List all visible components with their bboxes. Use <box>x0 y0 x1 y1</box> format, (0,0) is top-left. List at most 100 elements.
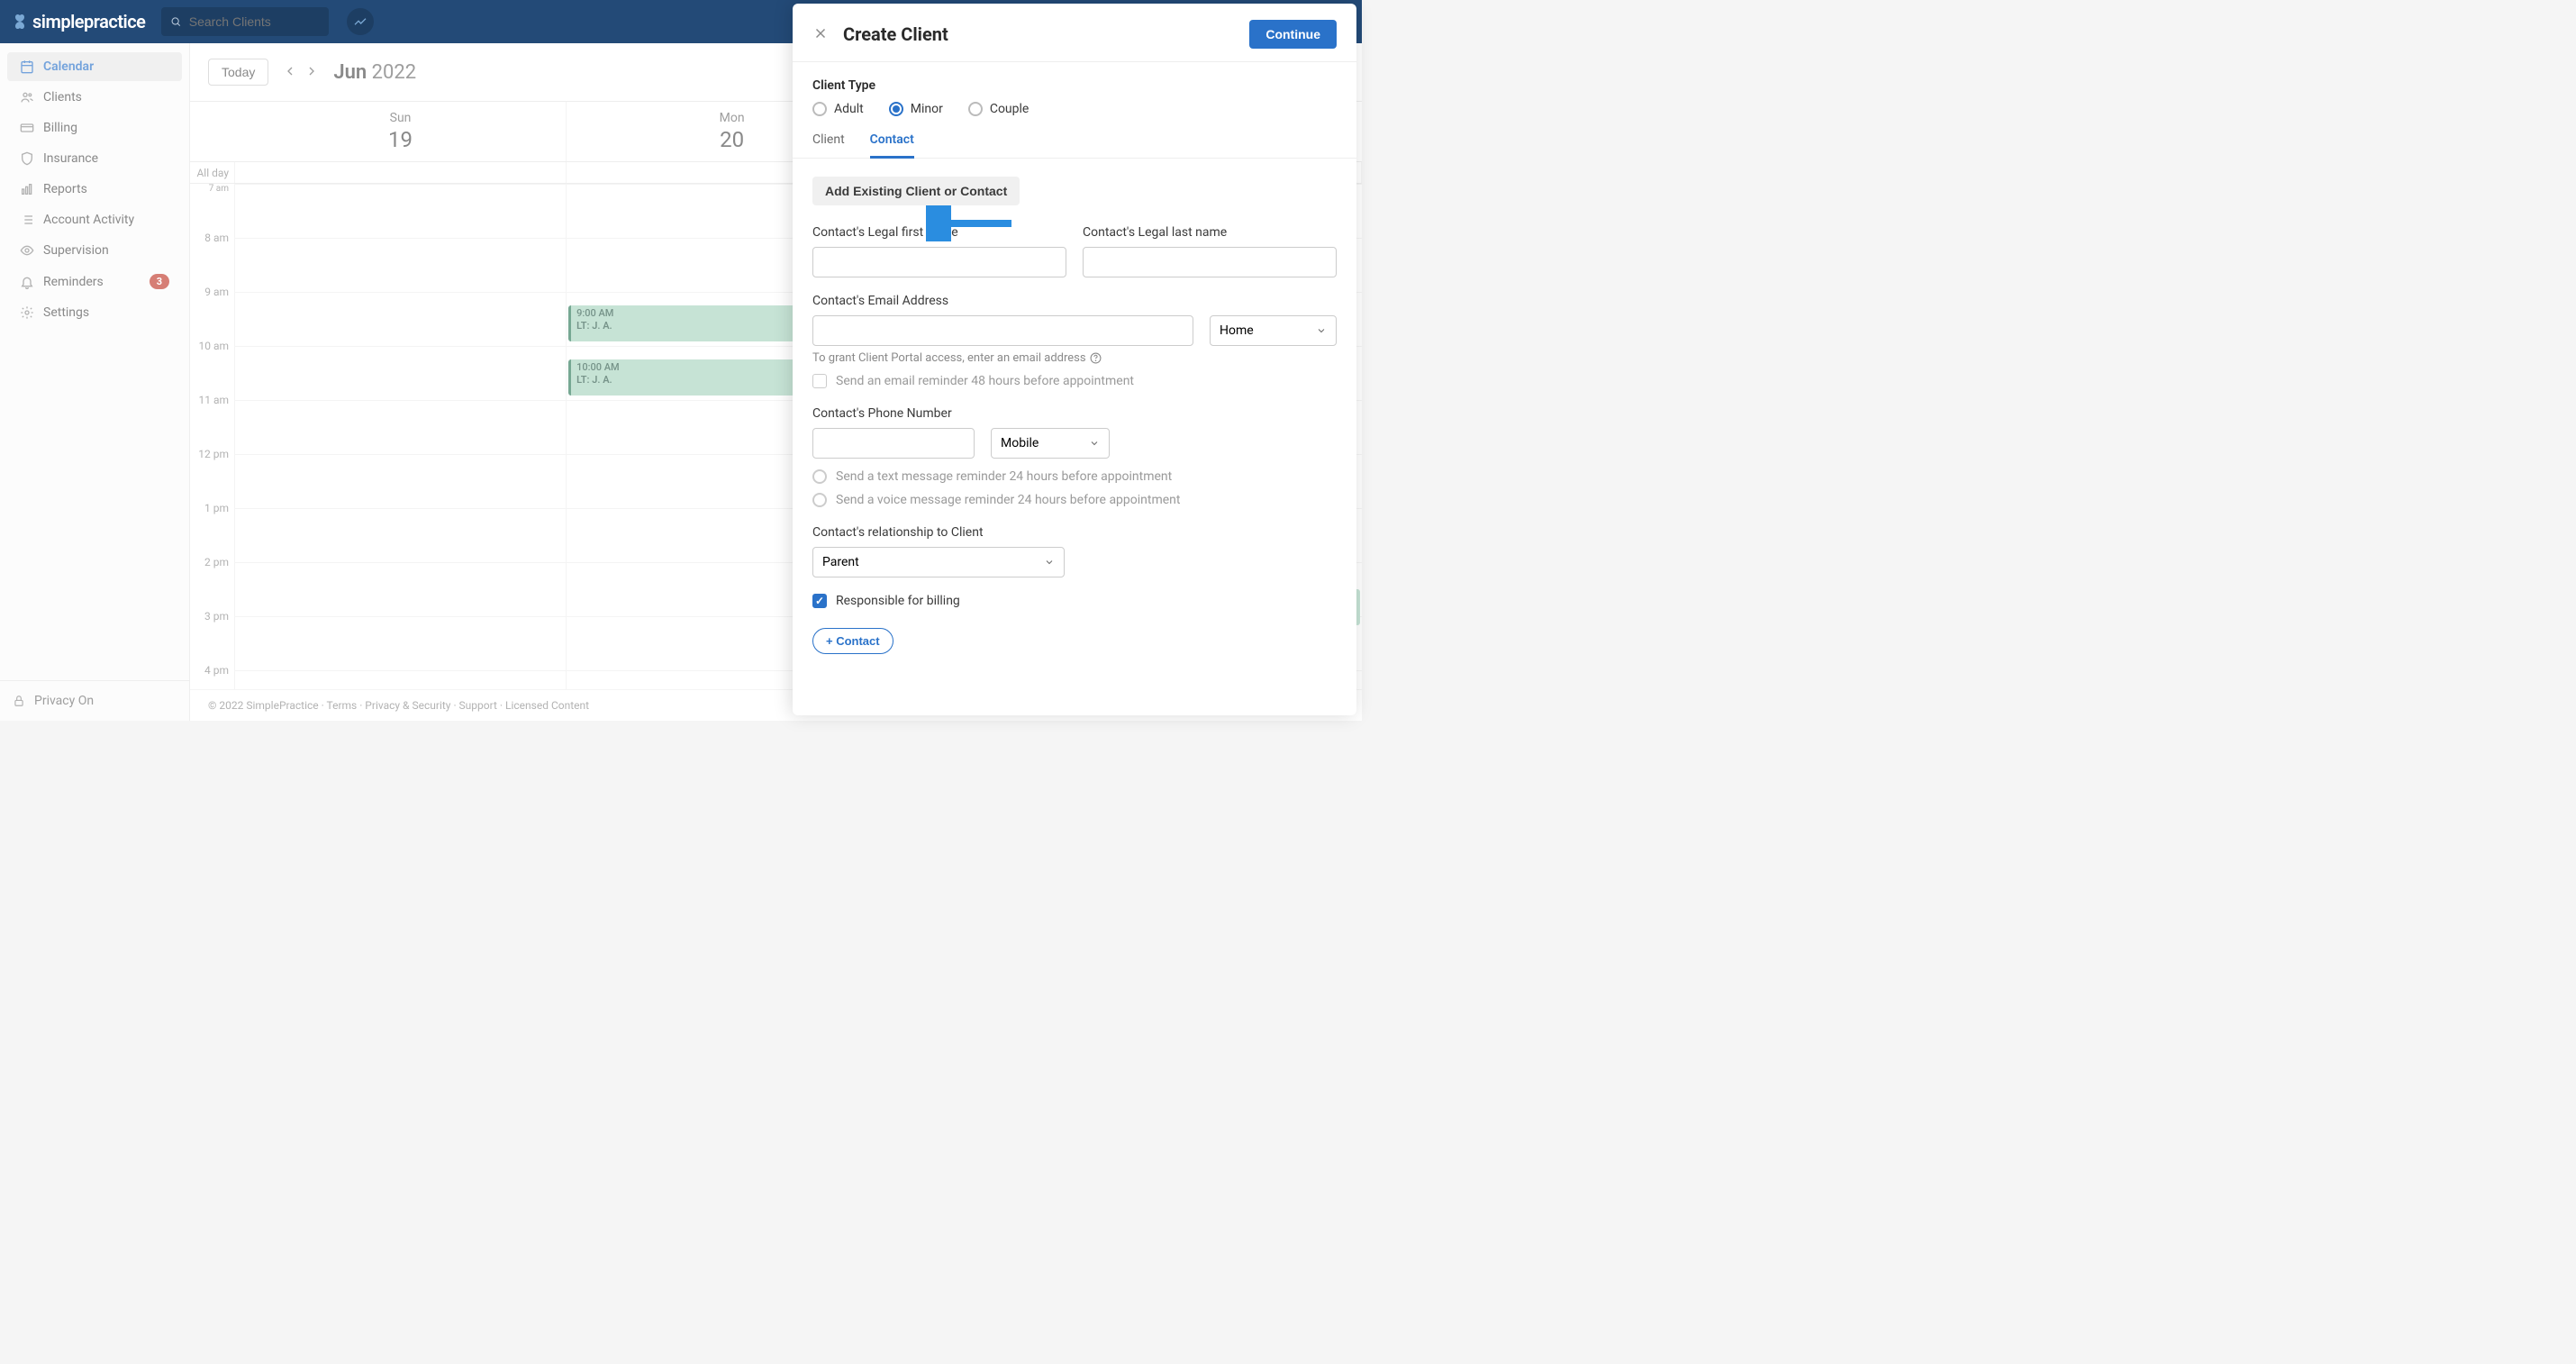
modal-title: Create Client <box>843 23 948 45</box>
chart-line-icon <box>353 14 367 29</box>
modal-header: Create Client Continue <box>793 4 1356 62</box>
time-label: 1 pm <box>204 502 229 514</box>
logo: simplepractice <box>11 11 145 32</box>
sidebar-item-supervision[interactable]: Supervision <box>7 236 182 265</box>
sidebar-item-billing[interactable]: Billing <box>7 114 182 142</box>
shield-icon <box>20 151 34 166</box>
badge: 3 <box>150 274 169 289</box>
time-label: 4 pm <box>204 664 229 677</box>
sidebar-item-settings[interactable]: Settings <box>7 298 182 327</box>
today-button[interactable]: Today <box>208 59 268 86</box>
tab-client[interactable]: Client <box>812 132 845 158</box>
phone-input[interactable] <box>812 428 975 459</box>
radio-circle <box>968 102 983 116</box>
phone-label: Contact's Phone Number <box>812 406 1337 421</box>
chevron-right-icon <box>304 64 319 78</box>
email-label: Contact's Email Address <box>812 294 1337 308</box>
sidebar-item-label: Clients <box>43 90 82 105</box>
time-label: 11 am <box>198 394 229 406</box>
time-label: 9 am <box>204 286 229 298</box>
sidebar-item-label: Reports <box>43 182 87 196</box>
annotation-arrow-icon <box>926 205 1016 241</box>
search-input[interactable] <box>189 14 321 29</box>
close-button[interactable] <box>812 25 829 44</box>
client-type-couple[interactable]: Couple <box>968 102 1029 116</box>
radio-label: Adult <box>834 102 864 116</box>
privacy-label: Privacy On <box>34 694 94 708</box>
gear-icon <box>20 305 34 320</box>
email-help-text: To grant Client Portal access, enter an … <box>812 351 1337 365</box>
card-icon <box>20 121 34 135</box>
email-type-select[interactable]: Home <box>1210 315 1337 346</box>
lock-icon <box>13 695 25 707</box>
help-icon <box>1090 352 1102 364</box>
client-contact-tabs: Client Contact <box>793 132 1356 159</box>
sidebar-item-label: Calendar <box>43 59 94 74</box>
sidebar-item-clients[interactable]: Clients <box>7 83 182 112</box>
time-label: 10 am <box>198 340 229 352</box>
sidebar-item-label: Reminders <box>43 275 104 289</box>
time-label: 2 pm <box>204 556 229 568</box>
last-name-input[interactable] <box>1083 247 1337 277</box>
sidebar-item-reports[interactable]: Reports <box>7 175 182 204</box>
chevron-down-icon <box>1044 557 1055 568</box>
email-input[interactable] <box>812 315 1193 346</box>
analytics-button[interactable] <box>347 8 374 35</box>
billing-checkbox[interactable]: Responsible for billing <box>812 594 1337 608</box>
tab-contact[interactable]: Contact <box>870 132 914 159</box>
calendar-icon <box>20 59 34 74</box>
allday-label: All day <box>190 162 235 183</box>
day-num: 19 <box>235 127 566 152</box>
time-label: 12 pm <box>198 448 229 460</box>
chart-icon <box>20 182 34 196</box>
client-type-label: Client Type <box>812 78 1337 93</box>
first-name-input[interactable] <box>812 247 1066 277</box>
sidebar-item-reminders[interactable]: Reminders 3 <box>7 267 182 296</box>
eye-icon <box>20 243 34 258</box>
chevron-down-icon <box>1089 438 1100 449</box>
text-reminder-radio[interactable]: Send a text message reminder 24 hours be… <box>812 469 1337 484</box>
sidebar-item-account-activity[interactable]: Account Activity <box>7 205 182 234</box>
year: 2022 <box>372 61 416 84</box>
sidebar-item-label: Insurance <box>43 151 98 166</box>
radio-circle <box>812 102 827 116</box>
create-client-modal: Create Client Continue Client Type Adult… <box>793 4 1356 715</box>
footer-text: © 2022 SimplePractice · Terms · Privacy … <box>208 699 589 712</box>
email-type-value: Home <box>1220 323 1254 338</box>
add-existing-button[interactable]: Add Existing Client or Contact <box>812 177 1020 205</box>
radio-circle <box>889 102 903 116</box>
text-reminder-label: Send a text message reminder 24 hours be… <box>836 469 1172 484</box>
logo-text: simplepractice <box>32 11 145 32</box>
chevron-left-icon <box>283 64 297 78</box>
voice-reminder-radio[interactable]: Send a voice message reminder 24 hours b… <box>812 493 1337 507</box>
continue-button[interactable]: Continue <box>1249 20 1337 49</box>
next-button[interactable] <box>301 60 322 85</box>
sidebar-item-label: Account Activity <box>43 213 134 227</box>
day-header: Sun19 <box>235 102 567 161</box>
relationship-label: Contact's relationship to Client <box>812 525 1337 540</box>
sidebar-item-label: Supervision <box>43 243 109 258</box>
relationship-select[interactable]: Parent <box>812 547 1065 577</box>
phone-type-value: Mobile <box>1001 436 1039 450</box>
bell-icon <box>20 275 34 289</box>
email-reminder-checkbox[interactable]: Send an email reminder 48 hours before a… <box>812 374 1337 388</box>
relationship-value: Parent <box>822 555 859 569</box>
time-label: 8 am <box>204 232 229 244</box>
client-type-minor[interactable]: Minor <box>889 102 943 116</box>
search-box[interactable] <box>161 7 329 36</box>
sidebar-item-calendar[interactable]: Calendar <box>7 52 182 81</box>
search-icon <box>170 15 181 28</box>
phone-type-select[interactable]: Mobile <box>991 428 1110 459</box>
client-type-radios: Adult Minor Couple <box>812 102 1337 116</box>
calendar-column[interactable] <box>235 184 567 689</box>
billing-label: Responsible for billing <box>836 594 960 608</box>
prev-button[interactable] <box>279 60 301 85</box>
add-contact-button[interactable]: + Contact <box>812 628 893 654</box>
client-type-adult[interactable]: Adult <box>812 102 864 116</box>
sidebar-item-insurance[interactable]: Insurance <box>7 144 182 173</box>
privacy-toggle[interactable]: Privacy On <box>0 680 189 721</box>
close-icon <box>812 25 829 41</box>
last-name-label: Contact's Legal last name <box>1083 225 1337 240</box>
voice-reminder-label: Send a voice message reminder 24 hours b… <box>836 493 1181 507</box>
butterfly-icon <box>11 13 29 31</box>
